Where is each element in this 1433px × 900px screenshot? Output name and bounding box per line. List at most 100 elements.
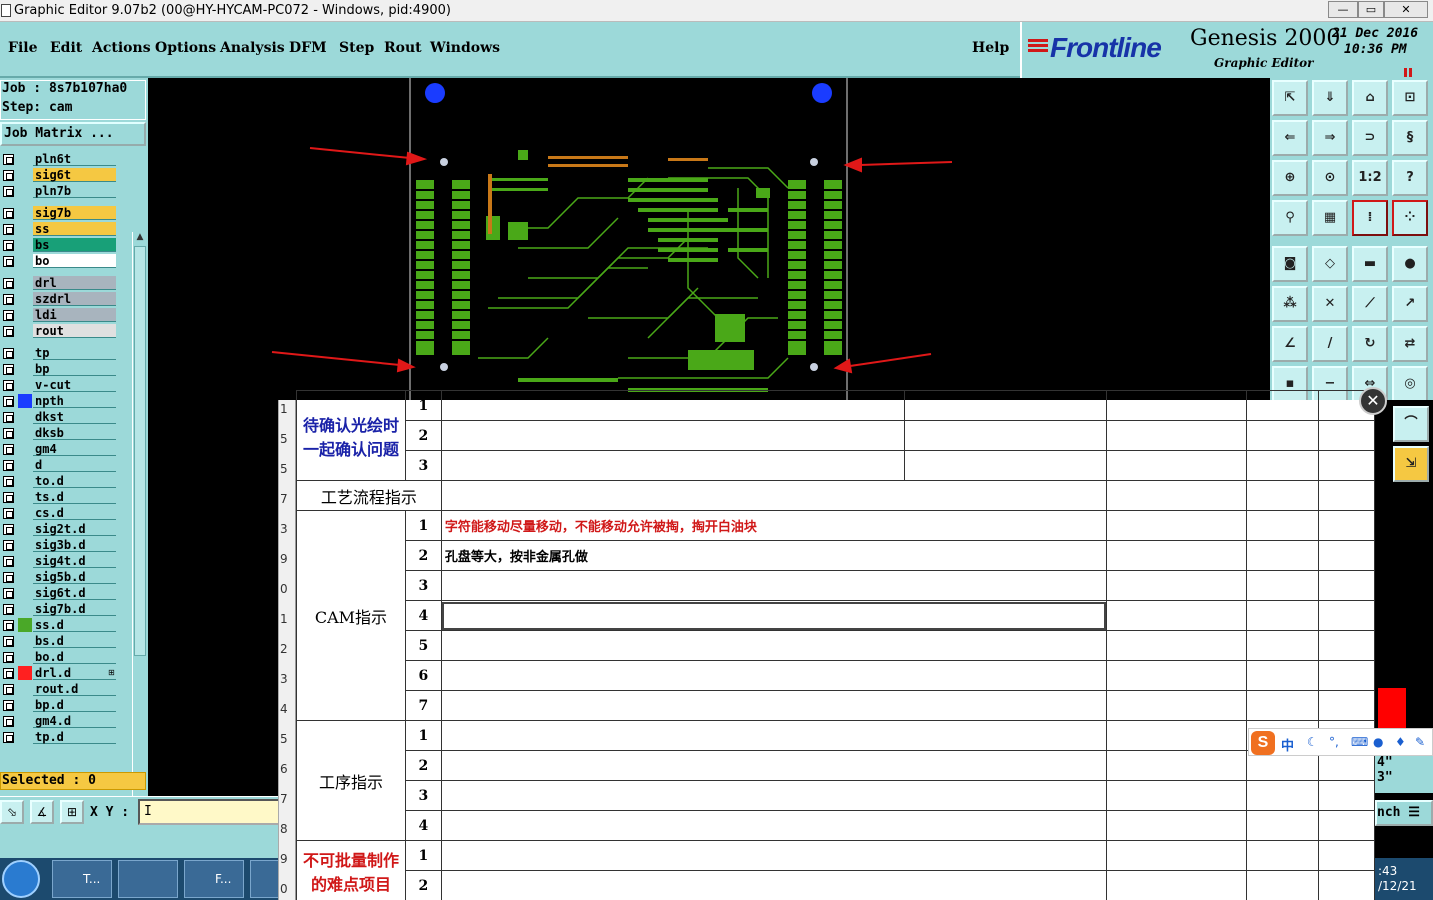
table-cell[interactable] <box>1106 810 1248 841</box>
table-cell[interactable] <box>903 450 1108 481</box>
grid-snap-icon[interactable]: ⊞ <box>60 800 84 824</box>
minimize-button[interactable]: — <box>1328 1 1358 18</box>
zoom-1-2-icon[interactable]: 1:2 <box>1352 160 1388 196</box>
layer-checkbox[interactable] <box>3 668 14 679</box>
layer-name[interactable]: rout.d <box>33 682 116 696</box>
menu-windows[interactable]: Windows <box>430 40 500 56</box>
table-cell[interactable] <box>1246 510 1320 541</box>
scrollbar-thumb[interactable] <box>134 246 146 656</box>
row-header[interactable]: 9 <box>279 852 296 866</box>
table-cell[interactable] <box>1246 630 1320 661</box>
measure-icon[interactable]: ⚲ <box>1272 200 1308 236</box>
table-cell[interactable] <box>1246 570 1320 601</box>
layer-row[interactable]: gm4 <box>0 442 118 456</box>
layer-name[interactable]: bo <box>33 254 116 268</box>
layer-color-swatch[interactable] <box>18 586 32 600</box>
layer-color-swatch[interactable] <box>18 410 32 424</box>
pan-left-icon[interactable]: ⇐ <box>1272 120 1308 156</box>
table-cell[interactable] <box>1318 420 1375 451</box>
layer-row[interactable]: gm4.d <box>0 714 118 728</box>
layer-color-swatch[interactable] <box>18 378 32 392</box>
table-cell[interactable] <box>1318 450 1375 481</box>
layer-row[interactable]: bs.d <box>0 634 118 648</box>
layer-color-swatch[interactable] <box>18 506 32 520</box>
select-tool-icon[interactable]: ⬂ <box>0 800 24 824</box>
layer-checkbox[interactable] <box>3 540 14 551</box>
menu-actions[interactable]: Actions <box>92 40 151 56</box>
row-header[interactable]: 7 <box>279 792 296 806</box>
angle-tool-icon[interactable]: ∡ <box>30 800 54 824</box>
layer-name[interactable]: sig7b <box>33 206 116 220</box>
layer-color-swatch[interactable] <box>18 682 32 696</box>
layer-checkbox[interactable] <box>3 294 14 305</box>
layer-name[interactable]: bs <box>33 238 116 252</box>
layer-name[interactable]: ldi <box>33 308 116 322</box>
layer-color-swatch[interactable] <box>18 698 32 712</box>
row-header[interactable]: 4 <box>279 702 296 716</box>
layer-row[interactable]: drl.d ⊞ <box>0 666 118 680</box>
layer-row[interactable]: ldi <box>0 308 118 322</box>
layer-checkbox[interactable] <box>3 412 14 423</box>
layer-color-swatch[interactable] <box>18 458 32 472</box>
layer-name[interactable]: bs.d <box>33 634 116 648</box>
menu-help[interactable]: Help <box>972 40 1009 56</box>
table-cell[interactable] <box>1246 450 1320 481</box>
layer-row[interactable]: pln7b <box>0 184 118 198</box>
table-cell[interactable] <box>440 570 1108 601</box>
layer-color-swatch[interactable] <box>18 206 32 220</box>
menu-file[interactable]: File <box>8 40 37 56</box>
table-cell[interactable] <box>1318 570 1375 601</box>
layer-row[interactable]: sig2t.d <box>0 522 118 536</box>
table-cell[interactable] <box>1318 810 1375 841</box>
table-cell[interactable] <box>1246 780 1320 811</box>
layer-color-swatch[interactable] <box>18 618 32 632</box>
layer-row[interactable]: bp <box>0 362 118 376</box>
table-cell[interactable] <box>1246 600 1320 631</box>
user-icon[interactable]: ● <box>1373 735 1383 749</box>
layer-color-swatch[interactable] <box>18 490 32 504</box>
cam-instruction-2[interactable]: 孔盘等大，按非金属孔做 <box>440 540 1108 571</box>
layer-checkbox[interactable] <box>3 620 14 631</box>
layer-color-swatch[interactable] <box>18 538 32 552</box>
layer-checkbox[interactable] <box>3 636 14 647</box>
selected-cell[interactable] <box>440 600 1108 631</box>
layer-row[interactable]: sig4t.d <box>0 554 118 568</box>
pad-icon[interactable]: ◙ <box>1272 246 1308 282</box>
spreadsheet-overlay[interactable]: 15573901234567890 待确认光绘时一起确认问题 1 2 3 工艺流… <box>278 390 1375 900</box>
system-clock[interactable]: :43 /12/21 <box>1378 864 1417 894</box>
layer-checkbox[interactable] <box>3 572 14 583</box>
layer-row[interactable]: v-cut <box>0 378 118 392</box>
table-cell[interactable] <box>440 750 1108 781</box>
layer-name[interactable]: sig6t <box>33 168 116 182</box>
home-icon[interactable]: ⌂ <box>1352 80 1388 116</box>
table-cell[interactable] <box>1106 630 1248 661</box>
layer-row[interactable]: bp.d <box>0 698 118 712</box>
zoom-fit-icon[interactable]: ⊕ <box>1272 160 1308 196</box>
table-cell[interactable] <box>440 840 1108 871</box>
table-cell[interactable] <box>1106 510 1248 541</box>
punctuation-icon[interactable]: °, <box>1329 735 1339 749</box>
row-header[interactable]: 5 <box>279 732 296 746</box>
table-cell[interactable] <box>1106 780 1248 811</box>
graphic-canvas[interactable] <box>148 78 1270 400</box>
row-header[interactable]: 3 <box>279 522 296 536</box>
layer-color-swatch[interactable] <box>18 442 32 456</box>
layer-color-swatch[interactable] <box>18 730 32 744</box>
layer-color-swatch[interactable] <box>18 184 32 198</box>
draw-line-icon[interactable]: ∠ <box>1272 326 1308 362</box>
layer-checkbox[interactable] <box>3 154 14 165</box>
layer-row[interactable]: szdrl <box>0 292 118 306</box>
layer-checkbox[interactable] <box>3 170 14 181</box>
pcb-view[interactable] <box>148 78 1270 400</box>
layer-checkbox[interactable] <box>3 396 14 407</box>
layer-name[interactable]: pln6t <box>33 152 116 166</box>
layer-row[interactable]: drl <box>0 276 118 290</box>
table-cell[interactable] <box>440 660 1108 691</box>
zoom-center-icon[interactable]: ⊙ <box>1312 160 1348 196</box>
table-cell[interactable] <box>1106 750 1248 781</box>
layer-color-swatch[interactable] <box>18 666 32 680</box>
pan-down-icon[interactable]: ⇓ <box>1312 80 1348 116</box>
snap-icon[interactable]: ⊃ <box>1352 120 1388 156</box>
connect-icon[interactable]: ⁂ <box>1272 286 1308 322</box>
scroll-up-icon[interactable]: ▲ <box>134 232 146 244</box>
